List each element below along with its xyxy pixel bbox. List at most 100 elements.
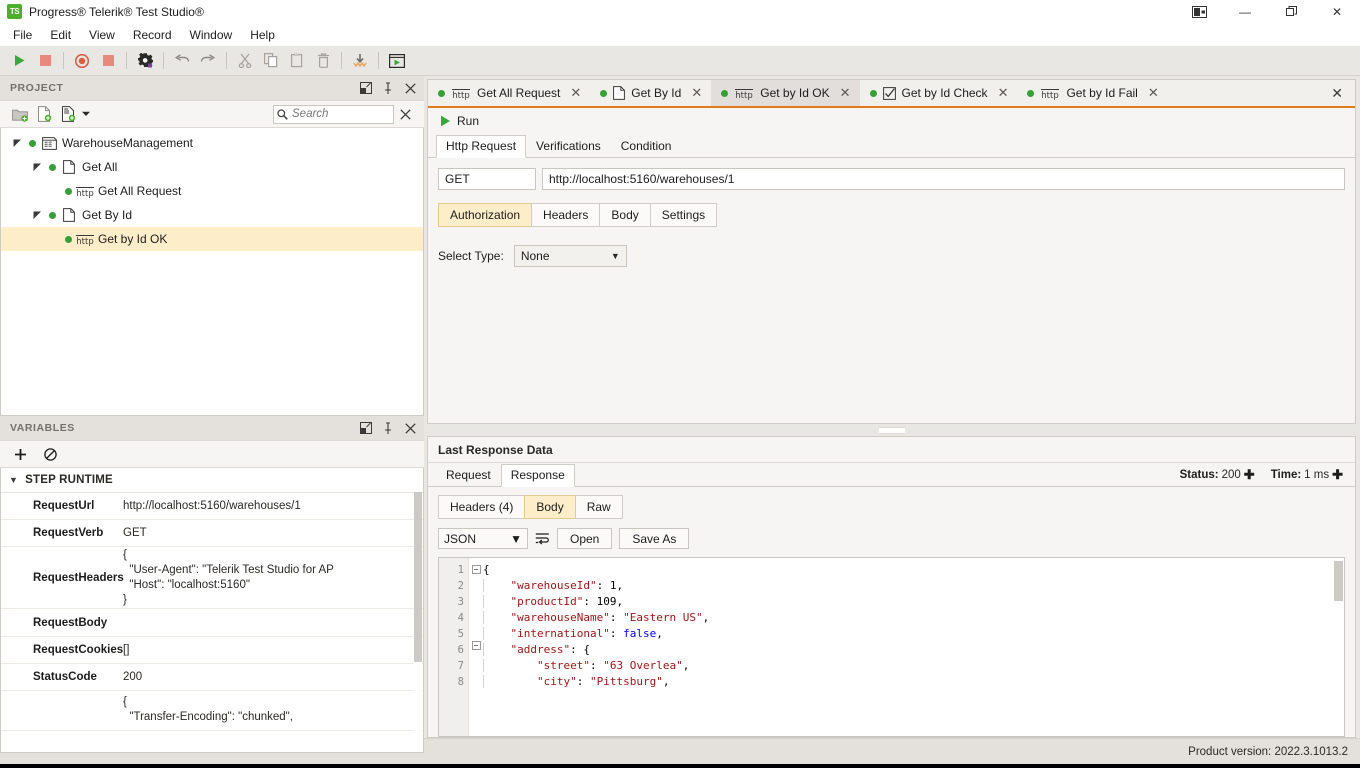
scrollbar-thumb[interactable]: [414, 492, 422, 662]
close-all-tabs-button[interactable]: ✕: [1319, 80, 1355, 106]
block-icon[interactable]: [38, 442, 62, 466]
tab-raw[interactable]: Raw: [574, 495, 623, 519]
pin-icon[interactable]: [378, 418, 398, 438]
doc-tab-get-all-request[interactable]: http Get All Request ✕: [428, 80, 590, 106]
menu-item-window[interactable]: Window: [181, 25, 242, 45]
trash-icon[interactable]: [310, 48, 336, 74]
scissors-icon[interactable]: [232, 48, 258, 74]
menu-item-help[interactable]: Help: [241, 25, 284, 45]
tab-request[interactable]: Request: [436, 464, 501, 487]
splitter-grip[interactable]: [878, 426, 905, 434]
variable-row[interactable]: { "Transfer-Encoding": "chunked",: [1, 691, 423, 731]
fold-toggle-icon[interactable]: −: [471, 565, 481, 574]
minimize-button[interactable]: —: [1222, 0, 1268, 23]
tab-close-icon[interactable]: ✕: [998, 85, 1009, 101]
doc-tab-get-by-id-fail[interactable]: http Get by Id Fail ✕: [1017, 80, 1167, 106]
doc-tab-get-by-id-check[interactable]: Get by Id Check ✕: [860, 80, 1018, 106]
project-tree[interactable]: WarehouseManagement Get All http Get All…: [0, 128, 424, 416]
new-folder-icon[interactable]: [8, 102, 32, 126]
variables-grid[interactable]: ▼ STEP RUNTIME RequestUrl http://localho…: [0, 468, 424, 753]
close-icon[interactable]: [400, 78, 420, 98]
tab-close-icon[interactable]: ✕: [691, 85, 702, 101]
search-box[interactable]: [273, 104, 394, 124]
expand-arrow-icon[interactable]: [29, 163, 45, 172]
new-test-icon[interactable]: [56, 102, 80, 126]
close-button[interactable]: ✕: [1314, 0, 1360, 23]
fold-toggle-icon[interactable]: −: [471, 641, 481, 650]
run-button[interactable]: Run: [457, 114, 479, 128]
close-icon[interactable]: [400, 418, 420, 438]
variable-row[interactable]: RequestCookies []: [1, 637, 423, 664]
float-icon[interactable]: [356, 418, 376, 438]
add-icon[interactable]: [8, 442, 32, 466]
stop-square-icon[interactable]: [95, 48, 121, 74]
chevron-down-icon[interactable]: ▼: [510, 532, 522, 546]
record-icon[interactable]: [69, 48, 95, 74]
tab-settings[interactable]: Settings: [649, 203, 718, 227]
tab-close-icon[interactable]: ✕: [570, 85, 581, 101]
expand-arrow-icon[interactable]: [9, 139, 25, 148]
tree-node-get-by-id[interactable]: Get By Id: [1, 203, 423, 227]
dropdown-caret-icon[interactable]: [80, 102, 92, 126]
json-code-editor[interactable]: 1 2 3 4 5 6 7 8 − − {"warehouseId": 1, …: [438, 557, 1345, 737]
tab-response[interactable]: Response: [500, 464, 575, 487]
tab-close-icon[interactable]: ✕: [840, 85, 851, 101]
redo-icon[interactable]: [195, 48, 221, 74]
tree-node-get-by-id-ok[interactable]: http Get by Id OK: [1, 227, 423, 251]
format-dropdown[interactable]: JSON ▼: [438, 528, 528, 549]
scrollbar-thumb[interactable]: [1334, 561, 1343, 601]
select-type-dropdown[interactable]: None ▼: [513, 245, 627, 267]
tab-close-icon[interactable]: ✕: [1148, 85, 1159, 101]
variable-row[interactable]: RequestBody: [1, 609, 423, 637]
new-file-icon[interactable]: [32, 102, 56, 126]
pin-icon[interactable]: [378, 78, 398, 98]
collapse-caret-icon[interactable]: ▼: [9, 475, 18, 485]
save-as-button[interactable]: Save As: [619, 528, 690, 549]
word-wrap-icon[interactable]: [535, 532, 550, 545]
paste-icon[interactable]: [284, 48, 310, 74]
menu-item-view[interactable]: View: [80, 25, 124, 45]
chevron-down-icon[interactable]: ▼: [611, 251, 620, 261]
tab-headers[interactable]: Headers: [531, 203, 601, 227]
variable-row[interactable]: RequestHeaders { "User-Agent": "Telerik …: [1, 547, 423, 609]
tab-headers-count[interactable]: Headers (4): [438, 495, 526, 519]
menu-item-edit[interactable]: Edit: [41, 25, 80, 45]
copy-icon[interactable]: [258, 48, 284, 74]
tree-node-warehousemanagement[interactable]: WarehouseManagement: [1, 131, 423, 155]
horizontal-splitter[interactable]: [427, 424, 1356, 436]
expand-arrow-icon[interactable]: [29, 211, 45, 220]
play-icon[interactable]: [6, 48, 32, 74]
tree-node-get-all-request[interactable]: http Get All Request: [1, 179, 423, 203]
stop-icon[interactable]: [32, 48, 58, 74]
variable-row[interactable]: RequestVerb GET: [1, 520, 423, 547]
json-code-text[interactable]: { "warehouseId": 1, "productId": 109, "w…: [483, 558, 1344, 736]
variable-row[interactable]: RequestUrl http://localhost:5160/warehou…: [1, 493, 423, 520]
tree-node-get-all[interactable]: Get All: [1, 155, 423, 179]
window-play-icon[interactable]: [384, 48, 410, 74]
tab-http-request[interactable]: Http Request: [436, 135, 527, 158]
search-clear-button[interactable]: [394, 103, 416, 125]
tab-body[interactable]: Body: [599, 203, 651, 227]
menu-item-record[interactable]: Record: [124, 25, 181, 45]
download-icon[interactable]: [347, 48, 373, 74]
url-input[interactable]: [542, 168, 1345, 190]
tab-response-body[interactable]: Body: [524, 495, 576, 519]
http-verb-input[interactable]: [438, 168, 536, 190]
variables-group-header[interactable]: ▼ STEP RUNTIME: [1, 468, 423, 493]
doc-tab-get-by-id[interactable]: Get By Id ✕: [590, 80, 711, 106]
panel-toggle-icon[interactable]: [1176, 0, 1222, 23]
restore-button[interactable]: [1268, 0, 1314, 23]
variable-row[interactable]: StatusCode 200: [1, 664, 423, 691]
menu-item-file[interactable]: File: [4, 25, 41, 45]
open-button[interactable]: Open: [557, 528, 613, 549]
add-time-verification-icon[interactable]: ✚: [1332, 467, 1343, 483]
tab-condition[interactable]: Condition: [611, 135, 682, 158]
add-status-verification-icon[interactable]: ✚: [1244, 467, 1255, 483]
search-input[interactable]: [290, 107, 390, 121]
fold-gutter[interactable]: − −: [469, 558, 483, 736]
gear-icon[interactable]: [132, 48, 158, 74]
variables-scrollbar[interactable]: [414, 492, 422, 751]
code-scrollbar[interactable]: [1334, 559, 1343, 735]
tab-authorization[interactable]: Authorization: [438, 203, 533, 227]
doc-tab-get-by-id-ok[interactable]: http Get by Id OK ✕: [711, 80, 860, 106]
